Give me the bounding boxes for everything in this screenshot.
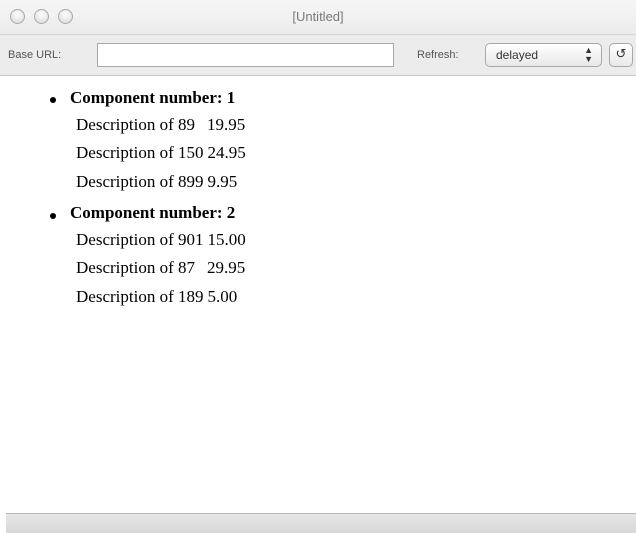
list-item: Description of 87 29.95 [76,258,245,278]
list-item: Description of 901 15.00 [76,230,246,250]
item-description: Description of 899 [76,172,204,191]
item-description: Description of 89 [76,115,195,134]
bullet-icon [50,97,56,103]
item-price: 29.95 [206,258,246,277]
component-heading: Component number: 1 [70,88,236,107]
refresh-select-value: delayed [496,48,539,62]
list-item: Description of 899 9.95 [76,172,237,192]
base-url-input[interactable] [97,43,394,67]
item-description: Description of 901 [76,230,204,249]
item-price: 24.95 [207,143,246,162]
item-price: 19.95 [206,115,246,134]
list-item: Description of 189 5.00 [76,287,237,307]
item-price: 5.00 [207,287,238,306]
list-item: Description of 89 19.95 [76,115,245,135]
browser-window: [Untitled] Base URL: Refresh: delayed ▲ ▼… [0,0,636,533]
item-price: 9.95 [207,172,238,191]
list-item: Description of 150 24.95 [76,143,246,163]
select-arrows-icon: ▲ ▼ [584,45,593,64]
item-price: 15.00 [207,230,246,249]
item-description: Description of 189 [76,287,204,306]
bullet-icon [50,213,56,219]
reload-button[interactable]: ↺ [609,43,633,67]
toolbar: Base URL: Refresh: delayed ▲ ▼ ↺ [0,35,636,76]
content-area: Component number: 1 Description of 89 19.… [0,76,636,512]
window-title: [Untitled] [292,9,344,24]
component-heading: Component number: 2 [70,203,236,222]
refresh-label: Refresh: [417,49,459,61]
item-description: Description of 150 [76,143,204,162]
item-description: Description of 87 [76,258,195,277]
reload-icon: ↺ [615,47,627,62]
base-url-label: Base URL: [8,49,62,61]
title-bar: [Untitled] [0,0,636,35]
refresh-select[interactable]: delayed ▲ ▼ [485,43,602,67]
status-bar [6,513,636,533]
